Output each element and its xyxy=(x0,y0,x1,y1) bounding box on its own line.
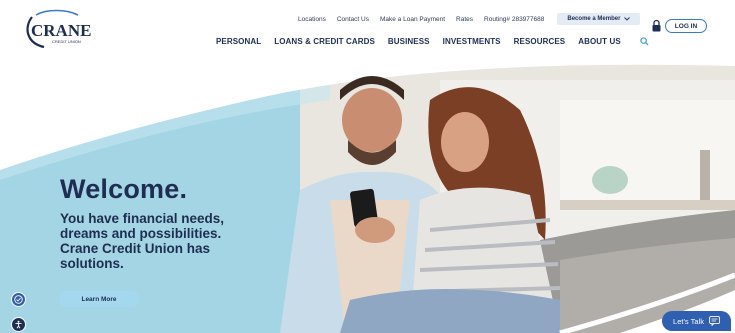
become-member-button[interactable]: Become a Member xyxy=(557,13,641,25)
hero-tagline: You have financial needs, dreams and pos… xyxy=(60,211,225,271)
main-nav: PERSONAL LOANS & CREDIT CARDS BUSINESS I… xyxy=(216,37,649,46)
nav-item-personal[interactable]: PERSONAL xyxy=(216,37,261,46)
nav-item-loans-credit-cards[interactable]: LOANS & CREDIT CARDS xyxy=(274,37,375,46)
site-header: CRANE CREDIT UNION Locations Contact Us … xyxy=(0,0,735,62)
hero-heading: Welcome. xyxy=(60,174,188,204)
chat-bubble-icon xyxy=(709,316,720,326)
nav-item-investments[interactable]: INVESTMENTS xyxy=(443,37,501,46)
learn-more-label: Learn More xyxy=(81,295,117,303)
become-member-label: Become a Member xyxy=(567,16,621,22)
learn-more-button[interactable]: Learn More xyxy=(59,291,139,307)
logo-subtext: CREDIT UNION xyxy=(52,39,81,44)
lock-icon xyxy=(652,19,661,32)
nav-item-about-us[interactable]: ABOUT US xyxy=(578,37,621,46)
accessibility-person-icon xyxy=(15,320,22,329)
lets-talk-chat-button[interactable]: Let's Talk xyxy=(662,311,731,331)
nav-item-business[interactable]: BUSINESS xyxy=(388,37,430,46)
login-label: LOG IN xyxy=(674,22,698,30)
logo-text: CRANE xyxy=(31,21,91,40)
login-button[interactable]: LOG IN xyxy=(665,19,707,33)
hero-text-block: Welcome. You have financial needs, dream… xyxy=(60,174,260,272)
utility-nav: Locations Contact Us Make a Loan Payment… xyxy=(298,13,641,25)
utility-link-contact[interactable]: Contact Us xyxy=(337,16,369,23)
accessibility-menu-button[interactable] xyxy=(11,317,26,332)
search-icon[interactable] xyxy=(640,37,649,46)
chat-label: Let's Talk xyxy=(673,316,704,326)
utility-link-loan-payment[interactable]: Make a Loan Payment xyxy=(380,16,445,23)
crane-logo[interactable]: CRANE CREDIT UNION xyxy=(22,9,92,51)
utility-link-locations[interactable]: Locations xyxy=(298,16,326,23)
accessibility-toggle-button[interactable] xyxy=(11,292,26,307)
accessibility-check-icon xyxy=(14,295,23,304)
nav-item-resources[interactable]: RESOURCES xyxy=(514,37,566,46)
routing-number: Routing# 283977688 xyxy=(484,15,545,23)
utility-link-rates[interactable]: Rates xyxy=(456,16,473,23)
chevron-down-icon xyxy=(624,17,631,21)
